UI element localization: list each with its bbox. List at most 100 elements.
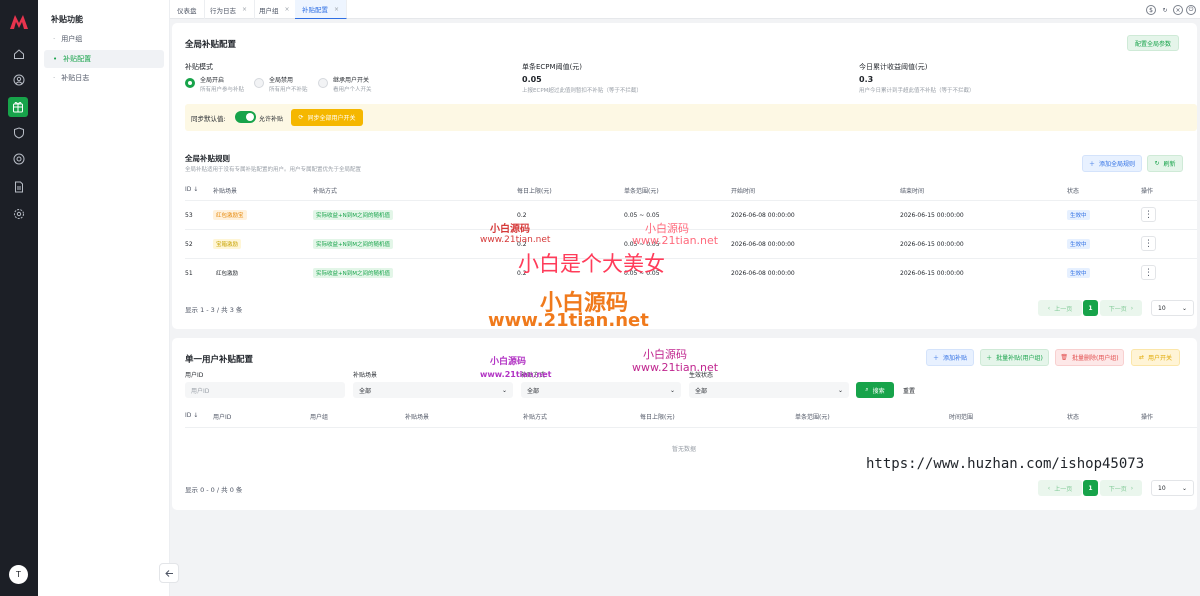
app-logo-icon[interactable] <box>9 14 29 30</box>
next-page-button[interactable]: 下一页 › <box>1100 300 1142 316</box>
mode-option-desc: 所有用户不补贴 <box>269 87 308 93</box>
refresh-icon[interactable]: ↻ <box>1160 5 1170 15</box>
col-scene: 补贴场景 <box>213 188 238 195</box>
user-switch-button[interactable]: ⇄ 用户开关 <box>1131 349 1180 366</box>
document-icon[interactable] <box>11 179 26 194</box>
add-global-rule-button[interactable]: ＋ 添加全局规则 <box>1082 155 1142 172</box>
tab-user-group[interactable]: 用户组 × <box>252 0 298 19</box>
shutdown-icon[interactable]: ⏻ <box>1186 5 1196 15</box>
sidebar-item-subsidy-log[interactable]: · 补贴日志 <box>44 69 164 87</box>
more-actions-icon[interactable]: ⋮ <box>1141 207 1156 222</box>
chevron-right-icon: › <box>1130 304 1134 312</box>
page-size-select[interactable]: 10 ⌄ <box>1151 480 1194 496</box>
batch-add-button[interactable]: ＋批量补贴(用户组) <box>980 349 1049 366</box>
method-tag: 实际收益+N到M之间的随机值 <box>313 268 393 278</box>
collapse-sidebar-button[interactable] <box>159 563 179 583</box>
dollar-icon[interactable]: $ <box>1146 5 1156 15</box>
method-tag: 实际收益+N到M之间的随机值 <box>313 239 393 249</box>
button-label: 下一页 <box>1108 305 1127 313</box>
radio-inherit-user[interactable] <box>318 78 328 88</box>
select-value: 全部 <box>359 387 372 395</box>
empty-state: 暂无数据 <box>672 446 697 453</box>
batch-delete-button[interactable]: 🗑 批量删除(用户组) <box>1055 349 1124 366</box>
cell-daily: 0.2 <box>517 212 527 219</box>
close-icon[interactable]: × <box>334 6 339 13</box>
watermark-text: https://www.huzhan.com/ishop45073 <box>866 456 1145 472</box>
sidebar-item-subsidy-config[interactable]: • 补贴配置 <box>44 50 164 68</box>
rules-title: 全局补贴规则 <box>185 154 230 163</box>
search-button[interactable]: ⌕ 搜索 <box>856 382 894 398</box>
col-daily: 每日上限(元) <box>517 188 552 195</box>
cell-end: 2026-06-15 00:00:00 <box>900 241 964 248</box>
filter-scene-label: 补贴场景 <box>353 372 378 379</box>
col-user-group: 用户组 <box>310 414 329 421</box>
rules-desc: 全局补贴适用于没有专属补贴配置的用户。用户专属配置优先于全局配置 <box>185 167 362 173</box>
prev-page-button[interactable]: ‹ 上一页 <box>1038 300 1082 316</box>
user-cfg-total: 显示 0 - 0 / 共 0 条 <box>185 486 243 494</box>
page-number[interactable]: 1 <box>1083 300 1098 316</box>
sidebar-item-label: 用户组 <box>61 35 83 43</box>
plus-icon: ＋ <box>1088 161 1095 168</box>
radio-global-enable[interactable] <box>185 78 195 88</box>
sidebar-title: 补贴功能 <box>51 15 83 24</box>
home-icon[interactable] <box>11 46 26 61</box>
button-label: 下一页 <box>1108 485 1127 493</box>
page-number[interactable]: 1 <box>1083 480 1098 496</box>
col-start: 开始时间 <box>731 188 756 195</box>
watermark-text: 小白源码 <box>490 224 530 235</box>
close-circle-icon[interactable]: × <box>1173 5 1183 15</box>
prev-page-button[interactable]: ‹ 上一页 <box>1038 480 1082 496</box>
status-select[interactable]: 全部 ⌄ <box>689 382 849 398</box>
radio-global-disable[interactable] <box>254 78 264 88</box>
rules-total: 显示 1 - 3 / 共 3 条 <box>185 306 243 314</box>
sidebar-item-user-group[interactable]: · 用户组 <box>44 30 164 48</box>
shield-icon[interactable] <box>11 125 26 140</box>
gift-icon[interactable] <box>8 97 28 117</box>
sync-icon: ⟳ <box>298 114 304 121</box>
col-scene: 补贴场景 <box>405 414 430 421</box>
sync-all-users-button[interactable]: ⟳ 同步全部用户开关 <box>291 109 363 126</box>
tab-behavior-log[interactable]: 行为日志 × <box>203 0 256 19</box>
button-label: 批量补贴(用户组) <box>996 355 1043 362</box>
config-global-params-button[interactable]: 配置全局参数 <box>1127 35 1179 51</box>
trash-icon: 🗑 <box>1060 354 1068 361</box>
user-id-input[interactable]: 用户ID <box>185 382 345 398</box>
switch-icon: ⇄ <box>1138 354 1144 361</box>
next-page-button[interactable]: 下一页 › <box>1100 480 1142 496</box>
col-id[interactable]: ID ↓ <box>185 412 198 419</box>
user-icon[interactable] <box>11 72 26 87</box>
left-rail: T <box>0 0 38 596</box>
close-icon[interactable]: × <box>285 6 290 13</box>
watermark-text: 小白是个大美女 <box>518 252 665 276</box>
filter-user-id-label: 用户ID <box>185 372 204 379</box>
add-subsidy-button[interactable]: ＋ 添加补贴 <box>926 349 974 366</box>
global-config-card <box>172 23 1197 329</box>
daily-value: 0.3 <box>859 75 874 84</box>
settings-circle-icon[interactable] <box>11 151 26 166</box>
chevron-down-icon: ⌄ <box>1181 484 1187 492</box>
refresh-icon: ↻ <box>1154 160 1160 167</box>
watermark-text: www.21tian.net <box>480 370 552 379</box>
refresh-button[interactable]: ↻ 刷新 <box>1147 155 1183 172</box>
more-actions-icon[interactable]: ⋮ <box>1141 265 1156 280</box>
allow-subsidy-toggle[interactable] <box>235 111 256 123</box>
cell-id: 51 <box>185 270 193 277</box>
mode-option-desc: 看用户个人开关 <box>333 87 372 93</box>
scene-tag: 红包激励宝 <box>213 210 247 220</box>
gear-icon[interactable] <box>11 206 26 221</box>
button-label: 添加补贴 <box>943 355 968 362</box>
more-actions-icon[interactable]: ⋮ <box>1141 236 1156 251</box>
tab-dashboard[interactable]: 仪表盘 <box>170 0 205 19</box>
reset-button[interactable]: 重置 <box>898 382 920 398</box>
col-id[interactable]: ID ↓ <box>185 186 198 193</box>
method-select[interactable]: 全部 ⌄ <box>521 382 681 398</box>
watermark-text: 小白源码 <box>490 357 527 367</box>
tab-subsidy-config[interactable]: 补贴配置 × <box>295 0 348 19</box>
close-icon[interactable]: × <box>242 6 247 13</box>
scene-select[interactable]: 全部 ⌄ <box>353 382 513 398</box>
page-size-select[interactable]: 10 ⌄ <box>1151 300 1194 316</box>
chevron-left-icon: ‹ <box>1047 304 1051 312</box>
avatar[interactable]: T <box>9 565 28 584</box>
sync-label: 同步默认值: <box>191 115 226 123</box>
button-label: 同步全部用户开关 <box>307 115 356 122</box>
